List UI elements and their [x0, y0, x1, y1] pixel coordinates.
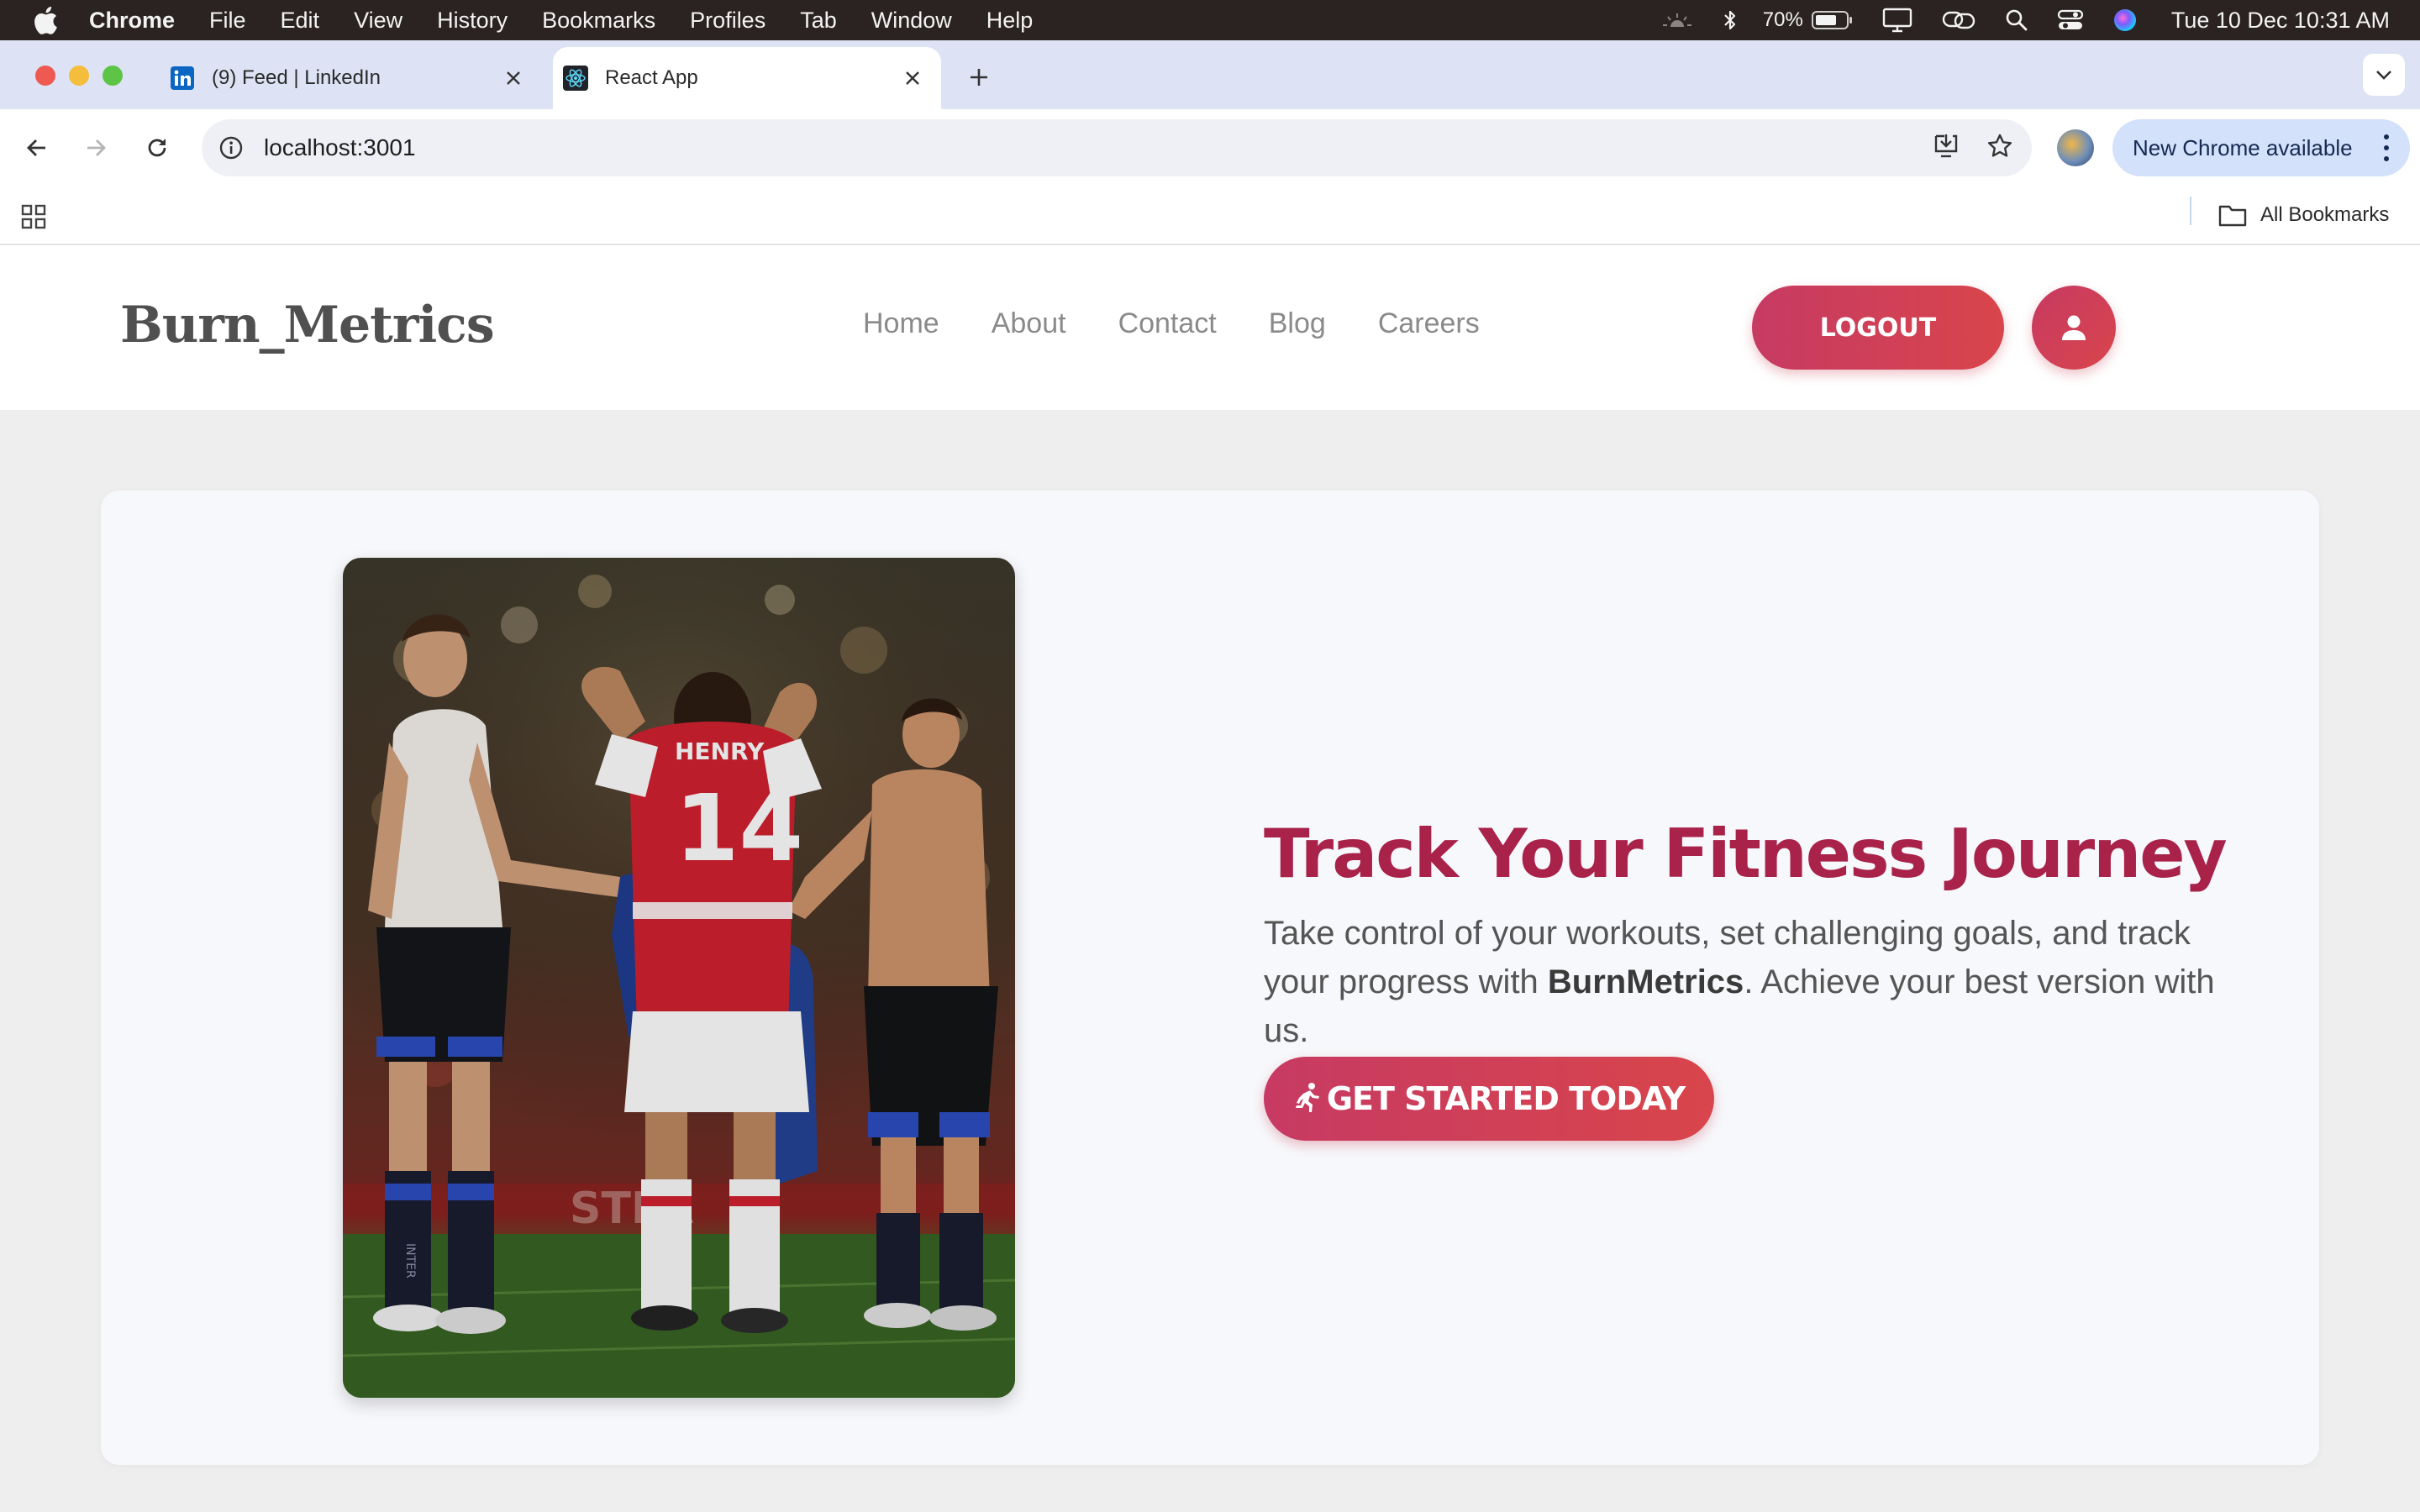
logout-button[interactable]: LOGOUT [1752, 286, 2004, 370]
folder-icon [2218, 205, 2247, 227]
site-info-icon[interactable] [217, 134, 245, 162]
brightness-icon[interactable] [1660, 0, 1694, 40]
menu-history[interactable]: History [437, 8, 508, 34]
bluetooth-icon[interactable] [1723, 0, 1738, 40]
close-icon[interactable] [497, 61, 530, 95]
tab-react-app[interactable]: React App [553, 47, 941, 109]
spotlight-search-icon[interactable] [2005, 0, 2028, 40]
menu-bookmarks[interactable]: Bookmarks [542, 8, 655, 34]
site-nav: Home About Contact Blog Careers [863, 307, 1480, 340]
all-bookmarks-label: All Bookmarks [2260, 203, 2390, 226]
screen-mirroring-icon[interactable] [1941, 0, 1976, 40]
forward-button[interactable] [76, 128, 116, 168]
site-header: Burn_Metrics Home About Contact Blog Car… [0, 245, 2420, 410]
nav-blog[interactable]: Blog [1269, 307, 1326, 340]
menu-view[interactable]: View [354, 8, 402, 34]
arrow-left-icon [27, 139, 45, 156]
all-bookmarks-button[interactable]: All Bookmarks [2218, 197, 2389, 234]
back-button[interactable] [17, 128, 57, 168]
hero-card: STER INTER HENRY 14 Track Your Fitness J… [101, 491, 2319, 1465]
menu-help[interactable]: Help [986, 8, 1034, 34]
tab-search-button[interactable] [2363, 54, 2405, 96]
install-app-icon[interactable] [1931, 133, 1961, 164]
apple-icon[interactable] [30, 5, 60, 35]
tab-title: React App [605, 66, 698, 89]
menu-app-chrome[interactable]: Chrome [89, 8, 175, 34]
menu-file[interactable]: File [209, 8, 246, 34]
bookmark-star-icon[interactable] [1986, 133, 2013, 164]
menu-window[interactable]: Window [871, 8, 952, 34]
hero-title: Track Your Fitness Journey [1264, 815, 2228, 893]
plus-icon [971, 69, 987, 86]
omnibox-actions [1931, 119, 2013, 176]
url-text: localhost:3001 [264, 134, 416, 160]
user-icon [2062, 315, 2086, 340]
get-started-button[interactable]: GET STARTED TODAY [1264, 1057, 1714, 1141]
display-icon[interactable] [1882, 0, 1912, 40]
brand-logo[interactable]: Burn_Metrics [120, 296, 495, 354]
nav-home[interactable]: Home [863, 307, 939, 340]
bookmarks-bar: All Bookmarks [0, 186, 2420, 245]
user-profile-button[interactable] [2032, 286, 2116, 370]
address-bar[interactable]: localhost:3001 [202, 119, 2032, 176]
update-label: New Chrome available [2133, 134, 2353, 160]
nav-about[interactable]: About [992, 307, 1066, 340]
hero-description: Take control of your workouts, set chall… [1264, 909, 2238, 1055]
browser-toolbar: localhost:3001 New Chrome available [0, 109, 2420, 186]
hero-brand-mention: BurnMetrics [1547, 963, 1744, 1000]
tab-linkedin[interactable]: (9) Feed | LinkedIn [160, 47, 542, 109]
control-center-icon[interactable] [2057, 0, 2084, 40]
bookmarks-divider [2190, 197, 2191, 225]
menubar-status-area: 70% Tue 10 Dec 10:31 AM [1632, 0, 2390, 40]
apps-grid-icon[interactable] [20, 203, 47, 230]
menu-tab[interactable]: Tab [800, 8, 837, 34]
macos-menu-bar: Chrome File Edit View History Bookmarks … [0, 0, 2420, 40]
arrow-right-icon [87, 139, 106, 156]
battery-percent: 70% [1762, 8, 1803, 31]
new-chrome-available-button[interactable]: New Chrome available [2112, 119, 2410, 176]
chevron-down-icon [2376, 71, 2391, 80]
profile-avatar[interactable] [2057, 129, 2094, 166]
menu-edit[interactable]: Edit [281, 8, 320, 34]
running-person-icon [1295, 1083, 1319, 1112]
reload-button[interactable] [137, 128, 177, 168]
window-close-button[interactable] [35, 66, 55, 86]
close-icon[interactable] [896, 61, 929, 95]
nav-careers[interactable]: Careers [1378, 307, 1480, 340]
hero-photo: STER INTER HENRY 14 [343, 558, 1015, 1398]
browser-tab-strip: (9) Feed | LinkedIn React App [0, 40, 2420, 109]
new-tab-button[interactable] [960, 59, 997, 96]
react-icon [563, 66, 588, 91]
menubar-clock[interactable]: Tue 10 Dec 10:31 AM [2171, 8, 2390, 34]
battery-icon [1811, 11, 1852, 29]
window-minimize-button[interactable] [69, 66, 89, 86]
get-started-label: GET STARTED TODAY [1326, 1080, 1686, 1117]
linkedin-icon [170, 66, 195, 91]
more-options-icon[interactable] [2383, 134, 2390, 161]
siri-icon[interactable] [2112, 0, 2138, 40]
tab-title: (9) Feed | LinkedIn [212, 66, 381, 89]
window-zoom-button[interactable] [103, 66, 123, 86]
menu-profiles[interactable]: Profiles [690, 8, 765, 34]
reload-icon [148, 139, 166, 157]
battery-indicator[interactable]: 70% [1763, 0, 1854, 40]
nav-contact[interactable]: Contact [1118, 307, 1217, 340]
